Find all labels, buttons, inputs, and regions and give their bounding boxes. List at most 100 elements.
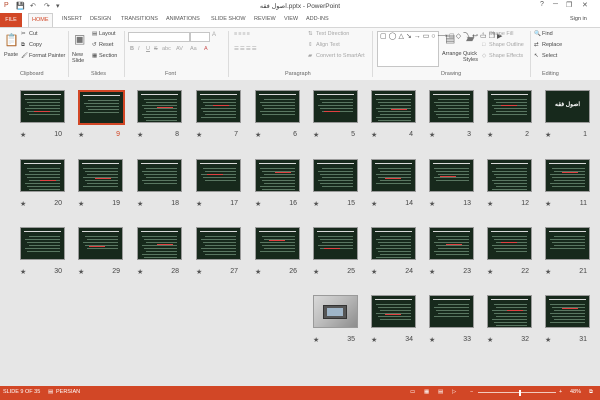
bullets-icon[interactable]: ≡≡≡≡ — [234, 31, 251, 37]
slide-transition-star-icon[interactable]: ★ — [137, 268, 143, 276]
slide-thumbnail[interactable] — [313, 295, 358, 328]
font-name-box[interactable] — [128, 32, 190, 42]
tab-slide-show[interactable]: SLIDE SHOW — [211, 16, 246, 22]
slide-thumbnail[interactable] — [429, 159, 474, 192]
bold-button[interactable]: B — [130, 46, 134, 52]
slide-thumbnail[interactable] — [137, 227, 182, 260]
tab-home[interactable]: HOME — [28, 13, 53, 28]
layout-button[interactable]: Layout — [99, 31, 116, 37]
italic-button[interactable]: I — [138, 46, 140, 52]
underline-button[interactable]: U — [146, 46, 150, 52]
slide-transition-star-icon[interactable]: ★ — [371, 131, 377, 139]
tab-transitions[interactable]: TRANSITIONS — [121, 16, 158, 22]
format-painter-button[interactable]: Format Painter — [29, 53, 65, 59]
slide-transition-star-icon[interactable]: ★ — [196, 131, 202, 139]
slide-transition-star-icon[interactable]: ★ — [313, 336, 319, 344]
strikethrough-button[interactable]: S — [154, 46, 158, 52]
slide-transition-star-icon[interactable]: ★ — [255, 200, 261, 208]
slide-transition-star-icon[interactable]: ★ — [78, 268, 84, 276]
slide-thumbnail[interactable] — [78, 159, 123, 192]
slide-thumbnail[interactable] — [487, 295, 532, 328]
shape-fill-button[interactable]: Shape Fill — [489, 31, 513, 37]
replace-button[interactable]: Replace — [542, 42, 562, 48]
slide-thumbnail[interactable] — [487, 90, 532, 123]
zoom-slider-thumb[interactable] — [519, 390, 521, 396]
copy-button[interactable]: Copy — [29, 42, 42, 48]
slide-thumbnail[interactable] — [137, 159, 182, 192]
tab-add-ins[interactable]: ADD-INS — [306, 16, 329, 22]
slide-thumbnail[interactable] — [137, 90, 182, 123]
reading-view-icon[interactable]: ▤ — [438, 389, 443, 395]
slide-transition-star-icon[interactable]: ★ — [20, 268, 26, 276]
help-button[interactable]: ? — [540, 1, 544, 8]
zoom-out-button[interactable]: − — [470, 389, 473, 395]
slide-thumbnail[interactable] — [20, 159, 65, 192]
slide-thumbnail[interactable] — [371, 295, 416, 328]
slide-thumbnail[interactable] — [545, 159, 590, 192]
arrange-icon[interactable]: ▤ — [445, 32, 455, 45]
restore-button[interactable]: ❐ — [566, 1, 572, 9]
slide-thumbnail[interactable] — [255, 227, 300, 260]
convert-smartart-button[interactable]: Convert to SmartArt — [316, 53, 365, 59]
slide-transition-star-icon[interactable]: ★ — [545, 200, 551, 208]
slide-thumbnail[interactable] — [78, 90, 125, 125]
slide-sorter-view-icon[interactable]: ▦ — [424, 389, 429, 395]
new-slide-button[interactable]: New Slide — [72, 52, 90, 64]
slide-transition-star-icon[interactable]: ★ — [313, 131, 319, 139]
quick-styles-icon[interactable]: ▰ — [466, 32, 474, 45]
spelling-icon[interactable]: ▤ — [48, 389, 53, 395]
slide-transition-star-icon[interactable]: ★ — [545, 131, 551, 139]
slide-thumbnail[interactable] — [196, 90, 241, 123]
slide-transition-star-icon[interactable]: ★ — [487, 200, 493, 208]
shape-effects-button[interactable]: Shape Effects — [489, 53, 523, 59]
slide-transition-star-icon[interactable]: ★ — [371, 200, 377, 208]
paste-button[interactable]: Paste — [4, 52, 18, 58]
slide-thumbnail[interactable] — [313, 90, 358, 123]
sign-in-link[interactable]: Sign in — [570, 16, 587, 22]
section-button[interactable]: Section — [99, 53, 117, 59]
slide-transition-star-icon[interactable]: ★ — [313, 268, 319, 276]
arrange-button[interactable]: Arrange — [442, 51, 462, 57]
close-button[interactable]: ✕ — [582, 1, 588, 9]
grow-font-button[interactable]: A — [212, 32, 216, 38]
slide-transition-star-icon[interactable]: ★ — [20, 131, 26, 139]
language-status[interactable]: PERSIAN — [56, 389, 80, 395]
slide-transition-star-icon[interactable]: ★ — [487, 336, 493, 344]
slide-transition-star-icon[interactable]: ★ — [429, 200, 435, 208]
minimize-button[interactable]: ─ — [553, 1, 558, 8]
shape-outline-button[interactable]: Shape Outline — [489, 42, 524, 48]
font-size-box[interactable] — [190, 32, 210, 42]
font-color-button[interactable]: A — [204, 46, 208, 52]
zoom-level[interactable]: 48% — [570, 389, 581, 395]
slide-thumbnail[interactable] — [487, 159, 532, 192]
slide-thumbnail[interactable] — [371, 90, 416, 123]
change-case-button[interactable]: Aa — [190, 46, 197, 52]
slide-transition-star-icon[interactable]: ★ — [487, 268, 493, 276]
align-text-button[interactable]: Align Text — [316, 42, 340, 48]
slide-show-view-icon[interactable]: ▷ — [452, 389, 456, 395]
slide-thumbnail[interactable] — [371, 227, 416, 260]
reset-button[interactable]: Reset — [99, 42, 113, 48]
fit-to-window-icon[interactable]: ⧉ — [589, 389, 593, 396]
slide-transition-star-icon[interactable]: ★ — [78, 200, 84, 208]
normal-view-icon[interactable]: ▭ — [410, 389, 415, 395]
slide-thumbnail[interactable] — [429, 227, 474, 260]
alignment-icon[interactable]: ☰☰☰☰ — [234, 46, 258, 52]
slide-thumbnail[interactable] — [487, 227, 532, 260]
tab-file[interactable]: FILE — [0, 13, 22, 27]
select-button[interactable]: Select — [542, 53, 557, 59]
slide-transition-star-icon[interactable]: ★ — [371, 268, 377, 276]
slide-thumbnail[interactable] — [20, 227, 65, 260]
slide-thumbnail[interactable] — [78, 227, 123, 260]
slide-thumbnail[interactable] — [196, 227, 241, 260]
slide-thumbnail[interactable] — [255, 90, 300, 123]
text-shadow-button[interactable]: abc — [162, 46, 171, 52]
tab-animations[interactable]: ANIMATIONS — [166, 16, 200, 22]
slide-transition-star-icon[interactable]: ★ — [20, 200, 26, 208]
slide-transition-star-icon[interactable]: ★ — [545, 336, 551, 344]
quick-styles-button[interactable]: Quick Styles — [463, 51, 479, 63]
zoom-in-button[interactable]: + — [559, 389, 562, 395]
slide-thumbnail[interactable] — [429, 295, 474, 328]
slide-thumbnail[interactable] — [545, 295, 590, 328]
slide-transition-star-icon[interactable]: ★ — [313, 200, 319, 208]
